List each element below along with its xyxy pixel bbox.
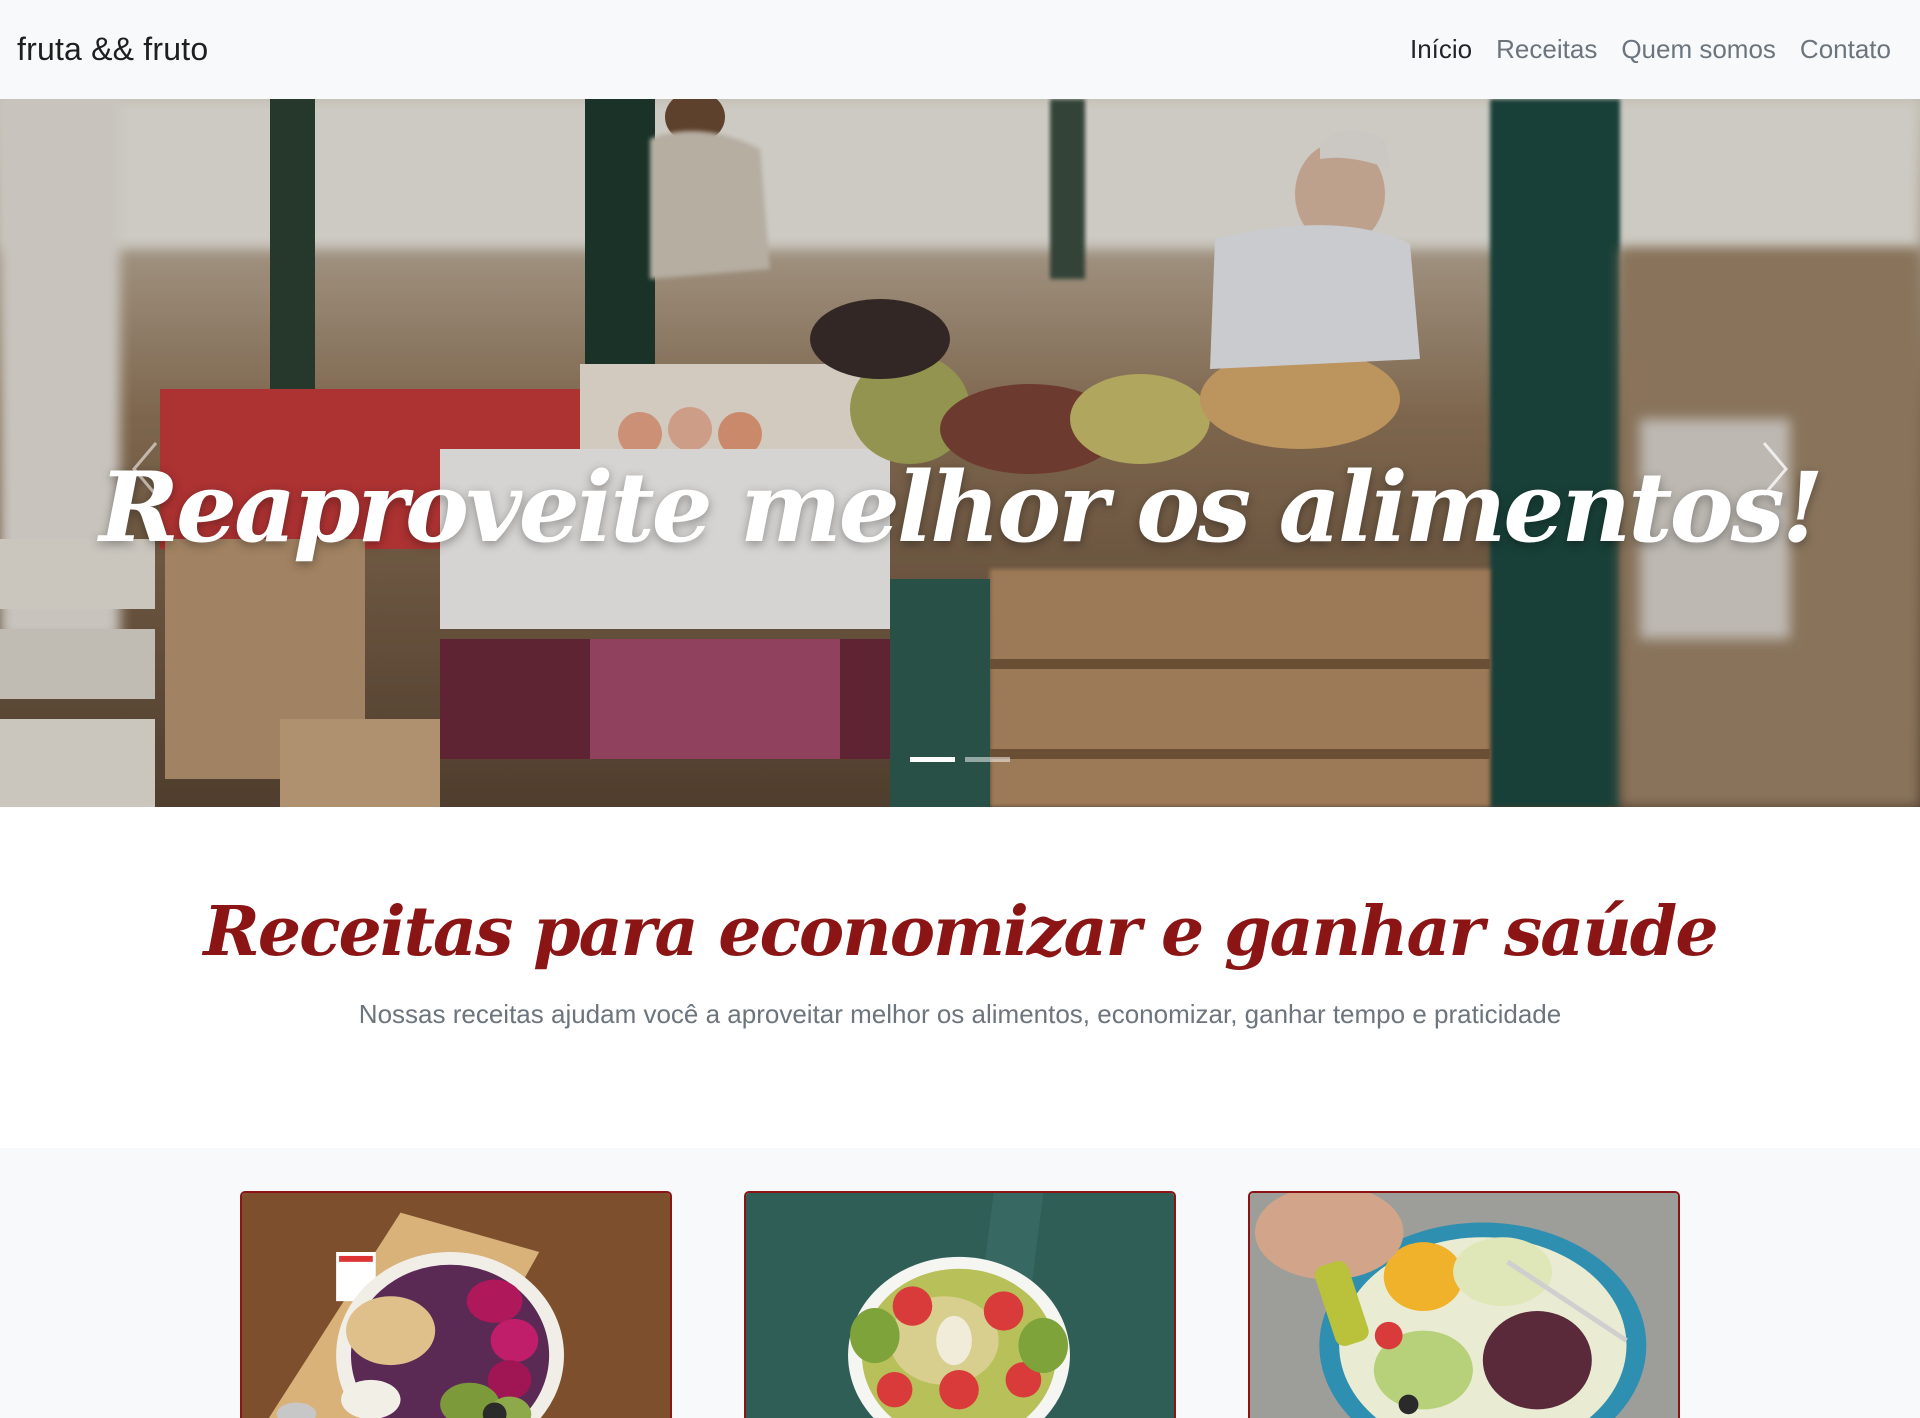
nav-link-inicio[interactable]: Início [1398,34,1484,65]
navbar: fruta && fruto Início Receitas Quem somo… [0,0,1920,99]
recipe-card-salad[interactable] [1248,1191,1680,1418]
nav-menu: Início Receitas Quem somos Contato [1398,34,1903,65]
nav-link-contato[interactable]: Contato [1788,34,1903,65]
salad-image [1250,1193,1678,1418]
carousel-next-button[interactable] [1745,419,1805,519]
section-subtitle: Nossas receitas ajudam você a aproveitar… [358,999,1562,1029]
carousel-indicator-2[interactable] [965,757,1010,762]
acai-bowl-image [242,1193,670,1418]
kiwi-bowl-image [746,1193,1174,1418]
chevron-right-icon [1762,442,1788,496]
recipe-card-acai-bowl[interactable] [240,1191,672,1418]
hero-title: Reaproveite melhor os alimentos! [99,451,1824,564]
recipe-cards-section [0,1148,1920,1418]
carousel-indicator-1[interactable] [910,757,955,762]
carousel-indicators [910,757,1010,762]
chevron-left-icon [132,442,158,496]
hero-carousel: Reaproveite melhor os alimentos! [0,99,1920,807]
recipe-card-kiwi-bowl[interactable] [744,1191,1176,1418]
nav-link-receitas[interactable]: Receitas [1484,34,1609,65]
carousel-prev-button[interactable] [115,419,175,519]
nav-link-quem-somos[interactable]: Quem somos [1609,34,1788,65]
recipes-intro-section: Receitas para economizar e ganhar saúde … [0,807,1920,1148]
brand-logo[interactable]: fruta && fruto [17,31,208,68]
section-title: Receitas para economizar e ganhar saúde [203,892,1718,972]
